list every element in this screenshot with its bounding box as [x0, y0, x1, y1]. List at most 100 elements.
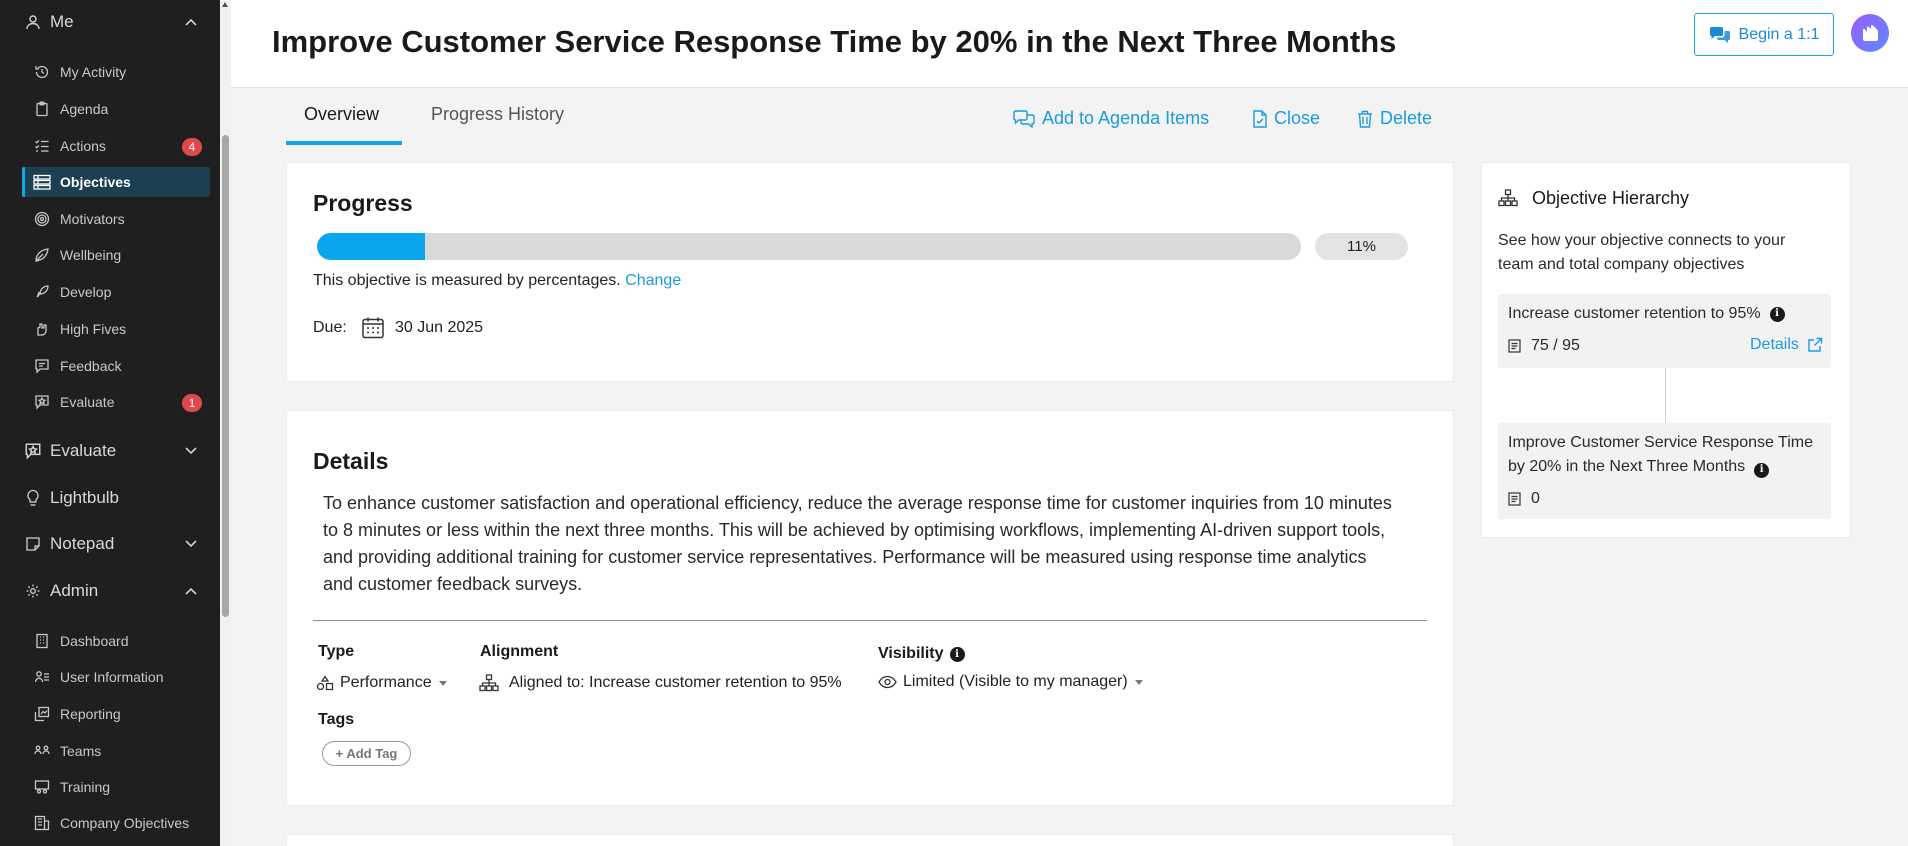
current-objective-box[interactable]: Improve Customer Service Response Time b… — [1498, 423, 1831, 519]
checklist-icon — [32, 136, 52, 156]
sidebar-item-motivators[interactable]: Motivators — [22, 204, 210, 234]
sidebar-item-agenda[interactable]: Agenda — [22, 94, 210, 124]
begin-one-on-one-button[interactable]: Begin a 1:1 — [1694, 13, 1834, 56]
sidebar-item-label: Feedback — [60, 358, 122, 374]
current-objective-value-row: 0 — [1508, 490, 1540, 508]
sidebar-item-teams[interactable]: Teams — [22, 736, 210, 766]
change-measurement-link[interactable]: Change — [625, 272, 681, 289]
external-link-icon — [1807, 337, 1823, 353]
chat-bubbles-icon — [1013, 109, 1035, 128]
sidebar-section-lightbulb[interactable]: Lightbulb — [0, 478, 220, 518]
current-objective-value: 0 — [1531, 490, 1540, 507]
user-icon — [22, 11, 44, 33]
user-list-icon — [32, 667, 52, 687]
chevron-up-icon[interactable] — [184, 583, 198, 603]
info-icon[interactable]: i — [949, 646, 965, 662]
delete-label: Delete — [1380, 108, 1433, 128]
sidebar-scrollbar-thumb[interactable] — [222, 135, 229, 617]
company-objectives-icon — [32, 813, 52, 833]
sidebar-item-label: Training — [60, 779, 111, 795]
scroll-up-arrow-icon[interactable] — [222, 2, 228, 7]
close-objective-button[interactable]: Close — [1253, 108, 1320, 129]
add-to-agenda-button[interactable]: Add to Agenda Items — [1013, 108, 1209, 129]
sidebar-item-actions[interactable]: Actions 4 — [22, 131, 210, 161]
parent-objective-box[interactable]: Increase customer retention to 95% i 75 … — [1498, 294, 1831, 368]
next-card — [286, 834, 1454, 846]
sidebar-item-my-activity[interactable]: My Activity — [22, 57, 210, 87]
sidebar: Me My Activity Agenda Actions 4 Objectiv… — [0, 0, 220, 846]
due-label: Due: — [313, 319, 347, 336]
sidebar-section-admin[interactable]: Admin — [0, 571, 220, 611]
target-icon — [32, 209, 52, 229]
parent-objective-value: 75 / 95 — [1531, 337, 1580, 354]
info-icon[interactable]: i — [1769, 306, 1785, 322]
sidebar-item-evaluate[interactable]: Evaluate 1 — [22, 387, 210, 417]
info-icon[interactable]: i — [1754, 462, 1770, 478]
objective-hierarchy-title: Objective Hierarchy — [1532, 188, 1690, 208]
sidebar-item-wellbeing[interactable]: Wellbeing — [22, 240, 210, 270]
tab-overview[interactable]: Overview — [304, 104, 379, 125]
tab-progress-history[interactable]: Progress History — [431, 104, 564, 125]
parent-objective-value-row: 75 / 95 — [1508, 337, 1580, 355]
page-title: Improve Customer Service Response Time b… — [272, 24, 1397, 59]
sidebar-section-notepad[interactable]: Notepad — [0, 524, 220, 564]
parent-objective-title-row: Increase customer retention to 95% i — [1508, 302, 1785, 326]
sidebar-item-label: Teams — [60, 743, 102, 759]
sidebar-section-label: Evaluate — [50, 441, 117, 460]
sidebar-section-me[interactable]: Me — [0, 2, 220, 42]
sidebar-item-user-information[interactable]: User Information — [22, 662, 210, 692]
objective-description[interactable]: To enhance customer satisfaction and ope… — [323, 490, 1393, 598]
details-divider — [313, 620, 1427, 621]
visibility-label: Visibility i — [878, 645, 965, 663]
parent-objective-title: Increase customer retention to 95% — [1508, 305, 1761, 322]
visibility-label-text: Visibility — [878, 645, 944, 662]
sidebar-item-company-objectives[interactable]: Company Objectives — [22, 808, 210, 838]
type-value: Performance — [340, 674, 432, 691]
objective-list-icon — [1508, 492, 1521, 506]
type-dropdown[interactable]: Performance — [316, 674, 447, 692]
chevron-up-icon[interactable] — [184, 14, 198, 34]
dashboard-icon — [32, 631, 52, 651]
sidebar-item-label: Dashboard — [60, 633, 129, 649]
high-five-icon — [32, 319, 52, 339]
sidebar-section-label: Me — [50, 12, 74, 31]
sidebar-item-objectives[interactable]: Objectives — [22, 167, 210, 197]
progress-percent-badge[interactable]: 11% — [1315, 233, 1408, 260]
visibility-dropdown[interactable]: Limited (Visible to my manager) — [878, 673, 1143, 691]
avatar[interactable] — [1851, 14, 1889, 52]
report-icon — [32, 704, 52, 724]
leaf-icon — [32, 245, 52, 265]
sidebar-item-develop[interactable]: Develop — [22, 277, 210, 307]
objective-list-icon — [1508, 339, 1521, 353]
sidebar-item-high-fives[interactable]: High Fives — [22, 314, 210, 344]
visibility-value: Limited (Visible to my manager) — [903, 673, 1128, 690]
sidebar-item-reporting[interactable]: Reporting — [22, 699, 210, 729]
sidebar-item-label: High Fives — [60, 321, 127, 337]
current-objective-title-block: Improve Customer Service Response Time b… — [1508, 431, 1828, 479]
lightbulb-icon — [22, 487, 44, 509]
sidebar-item-training[interactable]: Training — [22, 772, 210, 802]
measurement-description: This objective is measured by percentage… — [313, 272, 621, 289]
sidebar-item-feedback[interactable]: Feedback — [22, 351, 210, 381]
chevron-down-icon[interactable] — [184, 536, 198, 556]
sidebar-item-label: Evaluate — [60, 394, 115, 410]
sidebar-section-label: Lightbulb — [50, 488, 120, 507]
type-label: Type — [318, 643, 355, 660]
add-tag-button[interactable]: + Add Tag — [322, 741, 411, 766]
calendar-icon[interactable] — [361, 316, 385, 345]
parent-details-link[interactable]: Details — [1750, 336, 1823, 354]
training-icon — [32, 777, 52, 797]
notepad-icon — [22, 533, 44, 555]
chevron-down-icon[interactable] — [184, 443, 198, 463]
sidebar-item-label: Develop — [60, 284, 112, 300]
hierarchy-icon — [479, 674, 499, 692]
caret-down-icon — [1134, 679, 1143, 685]
sidebar-item-dashboard[interactable]: Dashboard — [22, 626, 210, 656]
sidebar-item-label: User Information — [60, 669, 164, 685]
sidebar-item-label: Actions — [60, 138, 106, 154]
delete-objective-button[interactable]: Delete — [1357, 108, 1432, 129]
eye-icon — [878, 675, 897, 689]
sidebar-section-evaluate[interactable]: Evaluate — [0, 431, 220, 471]
due-date[interactable]: 30 Jun 2025 — [395, 319, 483, 337]
alignment-value-container[interactable]: Aligned to: Increase customer retention … — [479, 674, 842, 692]
